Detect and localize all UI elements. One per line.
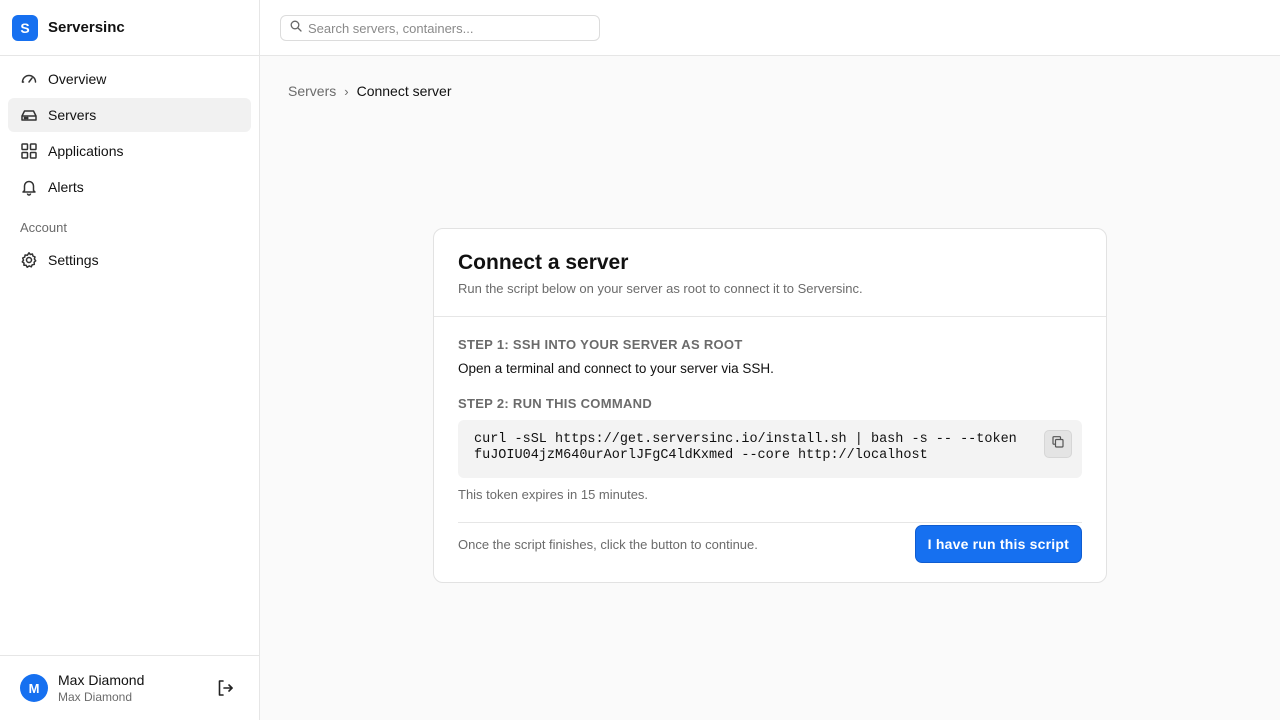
card-header: Connect a server Run the script below on… (434, 229, 1106, 317)
user-profile: M Max Diamond Max Diamond (0, 655, 259, 720)
breadcrumb-current: Connect server (356, 83, 452, 99)
sidebar: S Serversinc Overview Servers Applicatio… (0, 0, 260, 720)
server-icon (20, 106, 38, 124)
user-info: Max Diamond Max Diamond (58, 672, 144, 704)
user-subtitle: Max Diamond (58, 690, 133, 704)
sidebar-item-overview[interactable]: Overview (8, 62, 251, 96)
card-footer: Once the script finishes, click the butt… (458, 523, 1082, 565)
search-input[interactable] (308, 20, 588, 36)
page-title: Connect a server (458, 251, 629, 274)
breadcrumb-separator: › (344, 83, 349, 99)
token-expiry-text: This token expires in 15 minutes. (458, 487, 649, 502)
sidebar-item-label: Settings (48, 252, 99, 268)
sidebar-item-settings[interactable]: Settings (8, 243, 251, 277)
sidebar-item-servers[interactable]: Servers (8, 98, 251, 132)
gear-icon (20, 251, 38, 269)
gauge-icon (20, 70, 38, 88)
step1-text: Open a terminal and connect to your serv… (458, 361, 774, 376)
sidebar-item-label: Applications (48, 143, 124, 159)
card-description: Run the script below on your server as r… (458, 281, 863, 296)
footer-hint: Once the script finishes, click the butt… (458, 536, 758, 552)
sidebar-nav: Overview Servers Applications Alerts Acc… (0, 56, 259, 277)
card-body: STEP 1: SSH INTO YOUR SERVER AS ROOT Ope… (434, 317, 1106, 565)
step1-title: STEP 1: SSH INTO YOUR SERVER AS ROOT (458, 337, 743, 352)
search-icon (290, 19, 302, 37)
sidebar-item-label: Overview (48, 71, 107, 87)
step2-title: STEP 2: RUN THIS COMMAND (458, 396, 653, 411)
user-name: Max Diamond (58, 672, 145, 688)
avatar[interactable]: M (20, 674, 48, 702)
sidebar-item-label: Alerts (48, 179, 84, 195)
copy-button[interactable] (1044, 430, 1072, 458)
bell-icon (20, 178, 38, 196)
search-box[interactable] (280, 15, 600, 41)
copy-icon (1051, 435, 1065, 454)
install-command[interactable]: curl -sSL https://get.serversinc.io/inst… (474, 432, 1032, 464)
logout-icon[interactable] (215, 678, 235, 698)
connect-server-card: Connect a server Run the script below on… (433, 228, 1107, 583)
sidebar-item-alerts[interactable]: Alerts (8, 170, 251, 204)
command-box: curl -sSL https://get.serversinc.io/inst… (458, 420, 1082, 478)
confirm-script-run-button[interactable]: I have run this script (914, 525, 1082, 563)
breadcrumb: Servers › Connect server (288, 83, 452, 99)
brand-logo: S (12, 14, 38, 41)
topbar (260, 0, 1280, 56)
sidebar-section-account: Account (20, 220, 67, 235)
brand[interactable]: S Serversinc (0, 0, 259, 56)
grid-icon (20, 142, 38, 160)
sidebar-item-label: Servers (48, 107, 97, 123)
sidebar-item-applications[interactable]: Applications (8, 134, 251, 168)
breadcrumb-servers-link[interactable]: Servers (288, 83, 336, 99)
brand-name: Serversinc (48, 19, 125, 36)
